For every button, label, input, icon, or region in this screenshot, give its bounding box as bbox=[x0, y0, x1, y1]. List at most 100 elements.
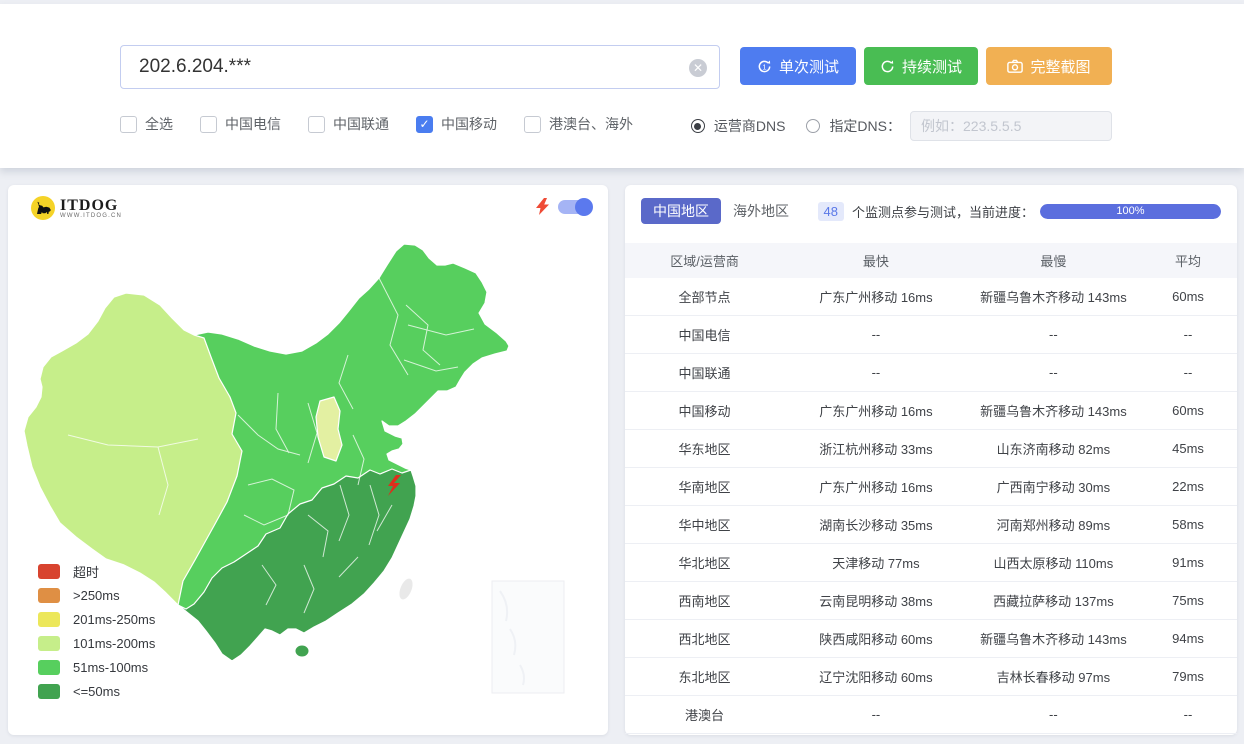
radio-carrier-dns-label: 运营商DNS bbox=[714, 116, 786, 136]
table-cell: -- bbox=[784, 365, 968, 380]
filter-checkbox-0[interactable]: 全选 bbox=[120, 114, 173, 134]
table-cell: 西藏拉萨移动 137ms bbox=[968, 591, 1139, 610]
refresh-once-icon: 1 bbox=[757, 59, 772, 74]
table-cell: -- bbox=[968, 365, 1139, 380]
checkbox-checked-icon: ✓ bbox=[416, 116, 433, 133]
table-cell: 58ms bbox=[1139, 517, 1237, 532]
filter-checkbox-1[interactable]: 中国电信 bbox=[200, 114, 281, 134]
table-row: 华中地区湖南长沙移动 35ms河南郑州移动 89ms58ms bbox=[625, 506, 1237, 544]
legend-item: <=50ms bbox=[38, 679, 155, 703]
table-cell: -- bbox=[1139, 707, 1237, 722]
screenshot-label: 完整截图 bbox=[1030, 56, 1090, 77]
target-input[interactable] bbox=[121, 56, 719, 78]
table-cell: 91ms bbox=[1139, 555, 1237, 570]
table-row: 中国电信------ bbox=[625, 316, 1237, 354]
table-row: 华东地区浙江杭州移动 33ms山东济南移动 82ms45ms bbox=[625, 430, 1237, 468]
south-china-sea-inset bbox=[492, 581, 564, 693]
checkbox-unchecked-icon bbox=[120, 116, 137, 133]
table-cell: 浙江杭州移动 33ms bbox=[784, 439, 968, 458]
single-test-label: 单次测试 bbox=[779, 56, 839, 77]
filter-checkbox-4[interactable]: 港澳台、海外 bbox=[524, 114, 633, 134]
table-cell: 94ms bbox=[1139, 631, 1237, 646]
table-row: 华北地区天津移动 77ms山西太原移动 110ms91ms bbox=[625, 544, 1237, 582]
table-cell: 港澳台 bbox=[625, 705, 784, 724]
checkbox-unchecked-icon bbox=[200, 116, 217, 133]
table-cell: -- bbox=[968, 707, 1139, 722]
table-cell: 60ms bbox=[1139, 289, 1237, 304]
checkbox-unchecked-icon bbox=[524, 116, 541, 133]
custom-dns-input[interactable] bbox=[910, 111, 1112, 141]
table-cell: 中国移动 bbox=[625, 401, 784, 420]
table-cell: 华北地区 bbox=[625, 553, 784, 572]
table-row: 全部节点广东广州移动 16ms新疆乌鲁木齐移动 143ms60ms bbox=[625, 278, 1237, 316]
table-cell: 吉林长春移动 97ms bbox=[968, 667, 1139, 686]
table-cell: 陕西咸阳移动 60ms bbox=[784, 629, 968, 648]
table-row: 西北地区陕西咸阳移动 60ms新疆乌鲁木齐移动 143ms94ms bbox=[625, 620, 1237, 658]
legend-item: 201ms-250ms bbox=[38, 607, 155, 631]
legend-swatch bbox=[38, 588, 60, 603]
legend-label: >250ms bbox=[73, 588, 120, 603]
legend-item: 101ms-200ms bbox=[38, 631, 155, 655]
table-cell: 华东地区 bbox=[625, 439, 784, 458]
filter-label: 全选 bbox=[145, 114, 173, 134]
legend-label: 51ms-100ms bbox=[73, 660, 148, 675]
table-cell: -- bbox=[784, 327, 968, 342]
target-input-wrapper: ✕ bbox=[120, 45, 720, 89]
table-cell: 广东广州移动 16ms bbox=[784, 287, 968, 306]
itdog-logo: ITDOG WWW.ITDOG.CN bbox=[30, 195, 122, 221]
table-cell: 华南地区 bbox=[625, 477, 784, 496]
table-cell: 河南郑州移动 89ms bbox=[968, 515, 1139, 534]
legend-swatch bbox=[38, 612, 60, 627]
table-cell: 45ms bbox=[1139, 441, 1237, 456]
results-tabs-row: 中国地区 海外地区 48 个监测点参与测试，当前进度： 100% bbox=[641, 198, 1221, 224]
table-cell: -- bbox=[1139, 327, 1237, 342]
table-cell: 广西南宁移动 30ms bbox=[968, 477, 1139, 496]
filter-checkbox-2[interactable]: 中国联通 bbox=[308, 114, 389, 134]
legend-label: 101ms-200ms bbox=[73, 636, 155, 651]
map-toolbar bbox=[536, 198, 592, 215]
clear-input-icon[interactable]: ✕ bbox=[689, 59, 707, 77]
dns-options: 运营商DNS 指定DNS： bbox=[691, 111, 1112, 141]
filter-checkbox-3[interactable]: ✓中国移动 bbox=[416, 114, 497, 134]
table-cell: 新疆乌鲁木齐移动 143ms bbox=[968, 629, 1139, 648]
table-cell: 60ms bbox=[1139, 403, 1237, 418]
progress-bar: 100% bbox=[1040, 204, 1221, 219]
svg-text:1: 1 bbox=[762, 62, 766, 71]
table-cell: 22ms bbox=[1139, 479, 1237, 494]
camera-icon bbox=[1007, 59, 1023, 73]
table-cell: 广东广州移动 16ms bbox=[784, 401, 968, 420]
table-cell: 广东广州移动 16ms bbox=[784, 477, 968, 496]
legend-label: 201ms-250ms bbox=[73, 612, 155, 627]
table-row: 中国联通------ bbox=[625, 354, 1237, 392]
progress-label: 个监测点参与测试，当前进度： bbox=[852, 202, 1034, 221]
table-cell: -- bbox=[968, 327, 1139, 342]
table-cell: -- bbox=[784, 707, 968, 722]
table-cell: 全部节点 bbox=[625, 287, 784, 306]
legend-swatch bbox=[38, 660, 60, 675]
map-panel: ITDOG WWW.ITDOG.CN 超时>250ms201ms-250ms10… bbox=[8, 185, 608, 735]
radio-custom-dns[interactable] bbox=[806, 119, 820, 133]
filter-label: 中国电信 bbox=[225, 114, 281, 134]
table-cell: 新疆乌鲁木齐移动 143ms bbox=[968, 401, 1139, 420]
legend-label: <=50ms bbox=[73, 684, 120, 699]
table-cell: 西南地区 bbox=[625, 591, 784, 610]
speed-mode-toggle[interactable] bbox=[558, 200, 592, 214]
results-panel: 中国地区 海外地区 48 个监测点参与测试，当前进度： 100% 区域/运营商 … bbox=[625, 185, 1237, 735]
col-header-fastest: 最快 bbox=[784, 251, 968, 270]
filter-label: 港澳台、海外 bbox=[549, 114, 633, 134]
tab-overseas-region[interactable]: 海外地区 bbox=[721, 198, 801, 224]
monitor-count-badge: 48 bbox=[818, 202, 844, 221]
radio-custom-dns-label: 指定DNS： bbox=[829, 116, 901, 136]
radio-carrier-dns[interactable] bbox=[691, 119, 705, 133]
single-test-button[interactable]: 1 单次测试 bbox=[740, 47, 856, 85]
table-cell: 新疆乌鲁木齐移动 143ms bbox=[968, 287, 1139, 306]
continuous-test-button[interactable]: 持续测试 bbox=[864, 47, 978, 85]
table-row: 东北地区辽宁沈阳移动 60ms吉林长春移动 97ms79ms bbox=[625, 658, 1237, 696]
table-cell: 中国电信 bbox=[625, 325, 784, 344]
table-header-row: 区域/运营商 最快 最慢 平均 bbox=[625, 243, 1237, 278]
screenshot-button[interactable]: 完整截图 bbox=[986, 47, 1112, 85]
results-table: 区域/运营商 最快 最慢 平均 全部节点广东广州移动 16ms新疆乌鲁木齐移动 … bbox=[625, 243, 1237, 735]
tab-china-region[interactable]: 中国地区 bbox=[641, 198, 721, 224]
filter-label: 中国联通 bbox=[333, 114, 389, 134]
taiwan-island bbox=[397, 577, 415, 602]
